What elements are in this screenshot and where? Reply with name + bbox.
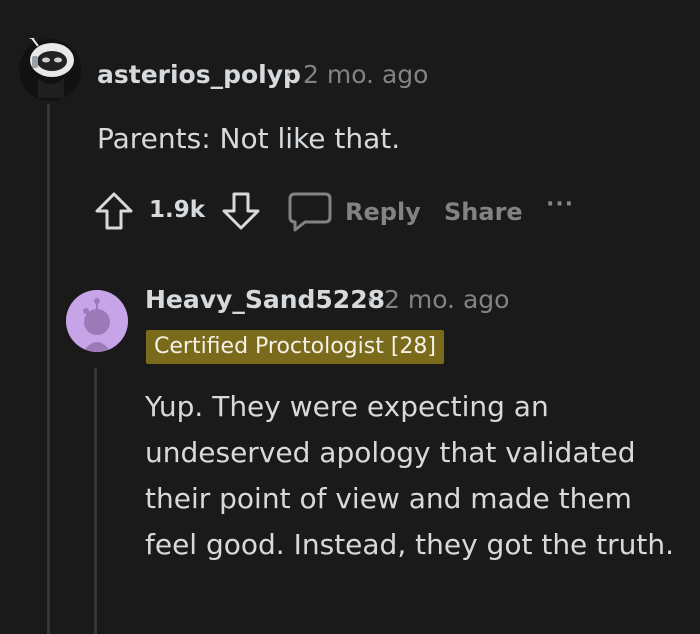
upvote-icon[interactable] — [93, 190, 135, 232]
username[interactable]: asterios_polyp — [97, 60, 301, 89]
timestamp[interactable]: 2 mo. ago — [384, 285, 509, 314]
snoo-default-icon — [66, 290, 128, 352]
downvote-icon[interactable] — [220, 190, 262, 232]
more-options-icon[interactable]: ··· — [546, 192, 574, 217]
avatar-asterios-polyp[interactable] — [18, 29, 82, 102]
thread-line-2[interactable] — [94, 368, 97, 634]
avatar-heavy-sand5228[interactable] — [66, 290, 128, 352]
comment-body: Yup. They were expecting an undeserved a… — [145, 390, 675, 561]
thread-line-1[interactable] — [47, 104, 50, 634]
separator-dot: · — [285, 60, 293, 89]
share-button[interactable]: Share — [444, 198, 523, 226]
comment-body: Parents: Not like that. — [97, 122, 401, 155]
timestamp[interactable]: 2 mo. ago — [303, 60, 428, 89]
reply-button[interactable]: Reply — [345, 198, 421, 226]
snoo-astronaut-icon — [19, 29, 81, 101]
comment-thread: asterios_polyp · 2 mo. ago Parents: Not … — [0, 0, 700, 634]
separator-dot: · — [366, 285, 374, 314]
comment-bubble-icon[interactable] — [287, 190, 333, 234]
username[interactable]: Heavy_Sand5228 — [145, 285, 385, 314]
user-flair: Certified Proctologist [28] — [146, 330, 445, 364]
vote-count: 1.9k — [149, 197, 206, 223]
